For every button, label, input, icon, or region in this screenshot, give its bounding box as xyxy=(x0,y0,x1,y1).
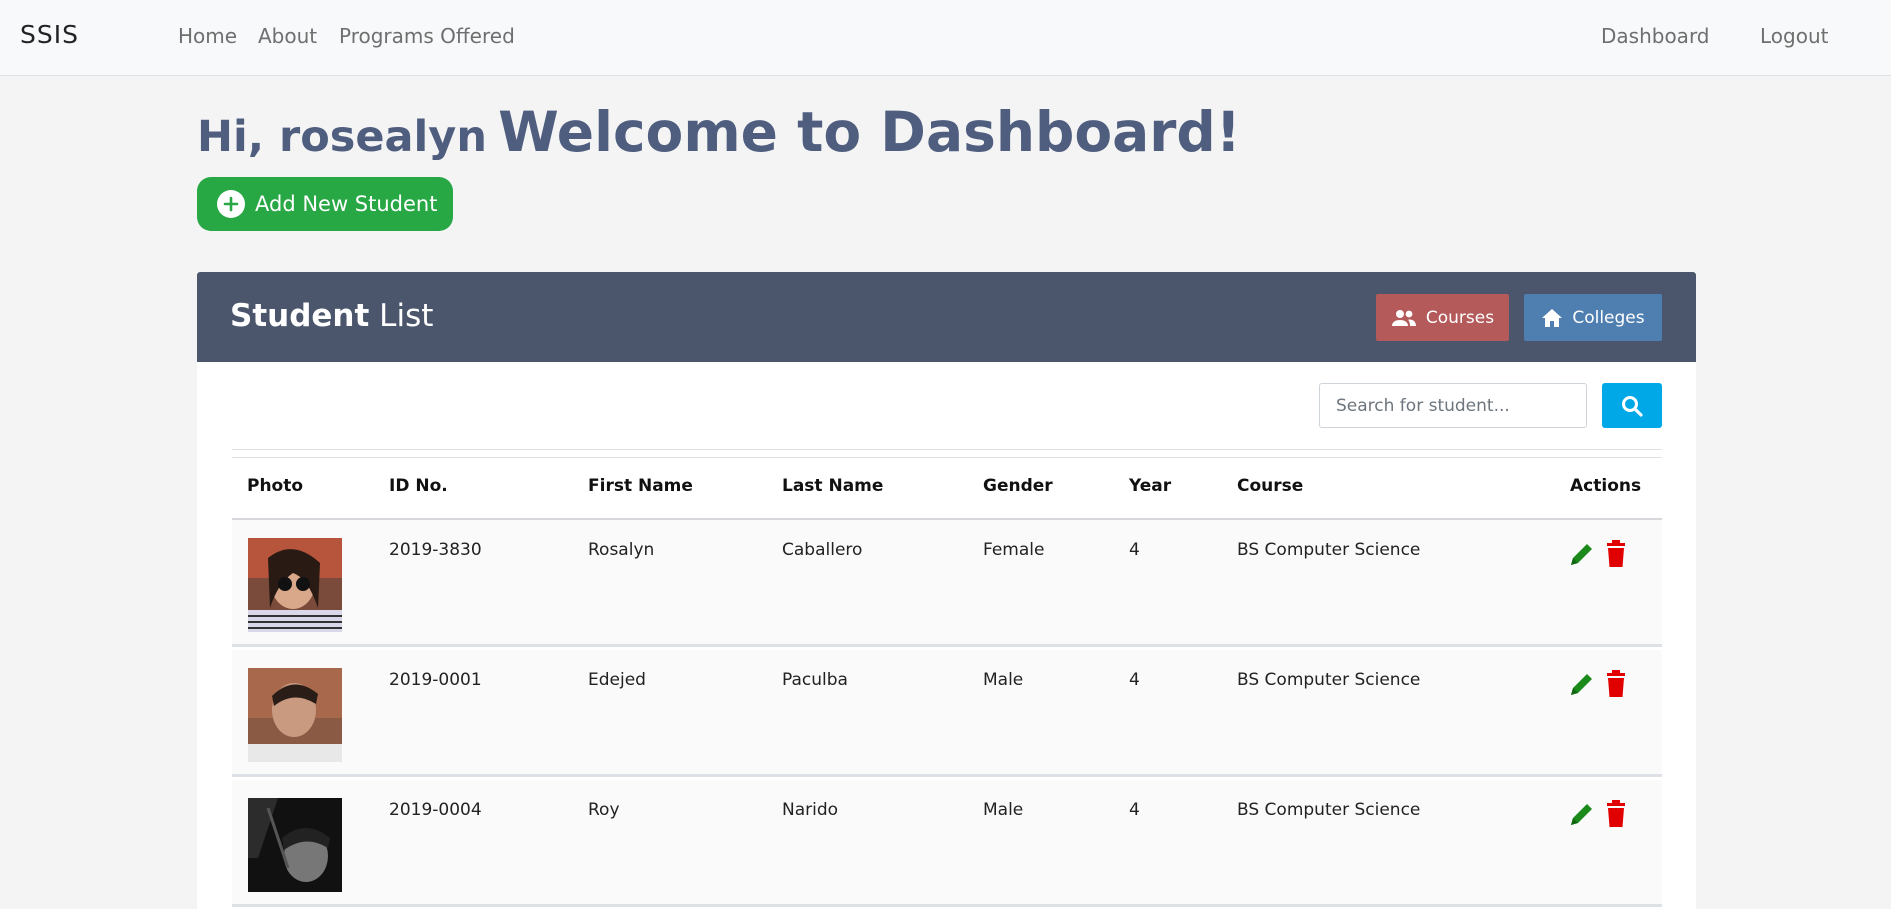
table-row: 2019-3830 Rosalyn Caballero Female 4 BS … xyxy=(232,520,1662,647)
people-icon xyxy=(1391,309,1416,326)
cell-course: BS Computer Science xyxy=(1237,800,1421,820)
cell-gender: Male xyxy=(983,800,1024,820)
cell-year: 4 xyxy=(1129,540,1140,560)
col-id: ID No. xyxy=(389,476,448,496)
greeting-hi: Hi, rosealyn xyxy=(197,112,487,162)
pencil-icon[interactable] xyxy=(1568,540,1596,568)
cell-last-name: Paculba xyxy=(782,670,848,690)
search-input[interactable] xyxy=(1319,383,1587,428)
add-new-student-button[interactable]: Add New Student xyxy=(197,177,453,231)
divider xyxy=(232,449,1662,450)
nav-about[interactable]: About xyxy=(258,24,317,48)
cell-year: 4 xyxy=(1129,670,1140,690)
cell-id: 2019-3830 xyxy=(389,540,482,560)
colleges-label: Colleges xyxy=(1572,307,1645,328)
col-gender: Gender xyxy=(983,476,1053,496)
student-photo xyxy=(248,798,342,892)
pencil-icon[interactable] xyxy=(1568,800,1596,828)
colleges-button[interactable]: Colleges xyxy=(1524,294,1662,341)
page-title: Hi, rosealyn Welcome to Dashboard! xyxy=(197,100,1241,164)
col-photo: Photo xyxy=(247,476,304,496)
cell-course: BS Computer Science xyxy=(1237,540,1421,560)
home-icon xyxy=(1542,308,1563,327)
student-photo xyxy=(248,538,342,632)
cell-id: 2019-0001 xyxy=(389,670,482,690)
plus-circle-icon xyxy=(217,190,245,218)
cell-first-name: Rosalyn xyxy=(588,540,655,560)
table-row: 2019-0001 Edejed Paculba Male 4 BS Compu… xyxy=(232,650,1662,777)
trash-icon[interactable] xyxy=(1605,540,1627,568)
cell-gender: Female xyxy=(983,540,1045,560)
trash-icon[interactable] xyxy=(1605,800,1627,828)
col-last-name: Last Name xyxy=(782,476,884,496)
col-first-name: First Name xyxy=(588,476,693,496)
card-title-rest: List xyxy=(369,298,434,334)
card-header: Student List Courses Colleges xyxy=(197,272,1696,362)
cell-last-name: Narido xyxy=(782,800,839,820)
nav-home[interactable]: Home xyxy=(178,24,237,48)
trash-icon[interactable] xyxy=(1605,670,1627,698)
cell-first-name: Roy xyxy=(588,800,620,820)
card-title: Student List xyxy=(230,298,433,334)
cell-year: 4 xyxy=(1129,800,1140,820)
courses-button[interactable]: Courses xyxy=(1376,294,1509,341)
pencil-icon[interactable] xyxy=(1568,670,1596,698)
col-actions: Actions xyxy=(1570,476,1642,496)
divider xyxy=(232,457,1662,458)
greeting-welcome: Welcome to Dashboard! xyxy=(498,100,1241,164)
cell-course: BS Computer Science xyxy=(1237,670,1421,690)
search-button[interactable] xyxy=(1602,383,1662,428)
navbar: SSIS Home About Programs Offered Dashboa… xyxy=(0,0,1891,76)
col-course: Course xyxy=(1237,476,1304,496)
brand-logo[interactable]: SSIS xyxy=(20,20,79,49)
table-row: 2019-0004 Roy Narido Male 4 BS Computer … xyxy=(232,780,1662,907)
add-new-student-label: Add New Student xyxy=(255,192,438,216)
search-icon xyxy=(1622,395,1643,417)
nav-programs-offered[interactable]: Programs Offered xyxy=(339,24,515,48)
student-photo xyxy=(248,668,342,762)
card-title-bold: Student xyxy=(230,298,370,334)
cell-gender: Male xyxy=(983,670,1024,690)
cell-first-name: Edejed xyxy=(588,670,646,690)
cell-id: 2019-0004 xyxy=(389,800,482,820)
courses-label: Courses xyxy=(1425,307,1495,328)
cell-last-name: Caballero xyxy=(782,540,863,560)
nav-logout[interactable]: Logout xyxy=(1760,24,1828,48)
col-year: Year xyxy=(1129,476,1172,496)
nav-dashboard[interactable]: Dashboard xyxy=(1601,24,1710,48)
student-list-card: Student List Courses Colleges Photo ID N… xyxy=(197,272,1696,909)
